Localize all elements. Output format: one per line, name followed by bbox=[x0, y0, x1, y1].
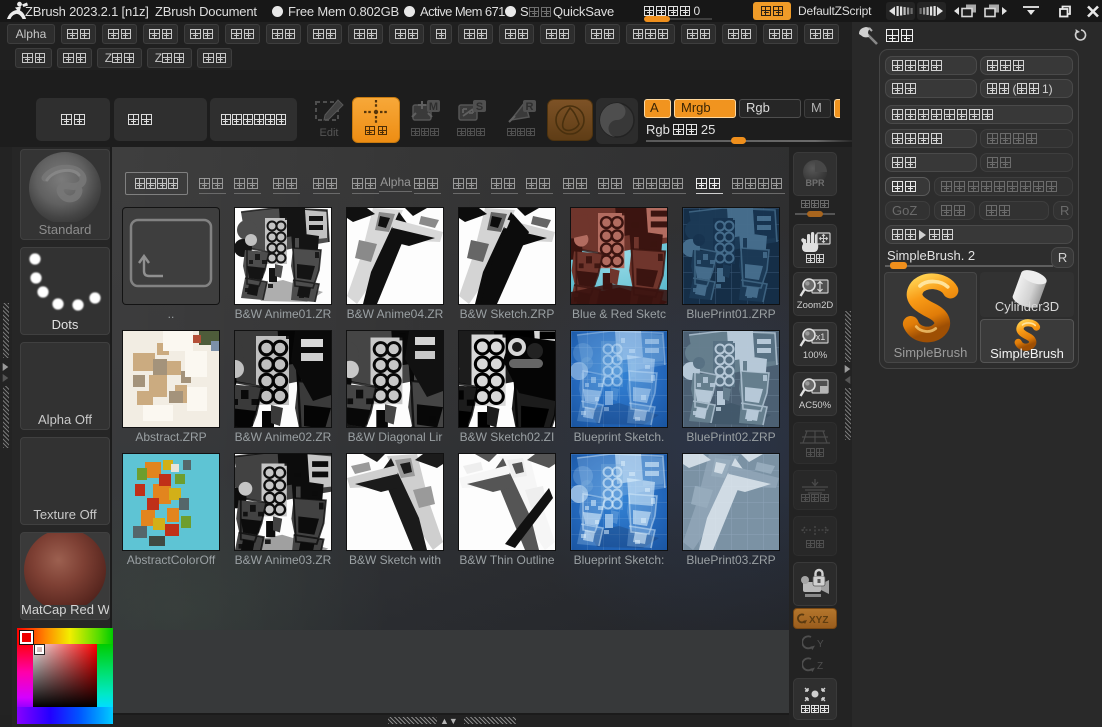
svg-text:R: R bbox=[526, 101, 534, 113]
svg-text:BPR: BPR bbox=[805, 178, 825, 188]
svg-text:S: S bbox=[476, 101, 483, 113]
svg-text:x1: x1 bbox=[816, 332, 826, 342]
svg-text:Z: Z bbox=[817, 661, 823, 672]
svg-text:Y: Y bbox=[817, 639, 824, 650]
svg-text:XYZ: XYZ bbox=[809, 615, 828, 626]
svg-text:M: M bbox=[429, 101, 438, 113]
